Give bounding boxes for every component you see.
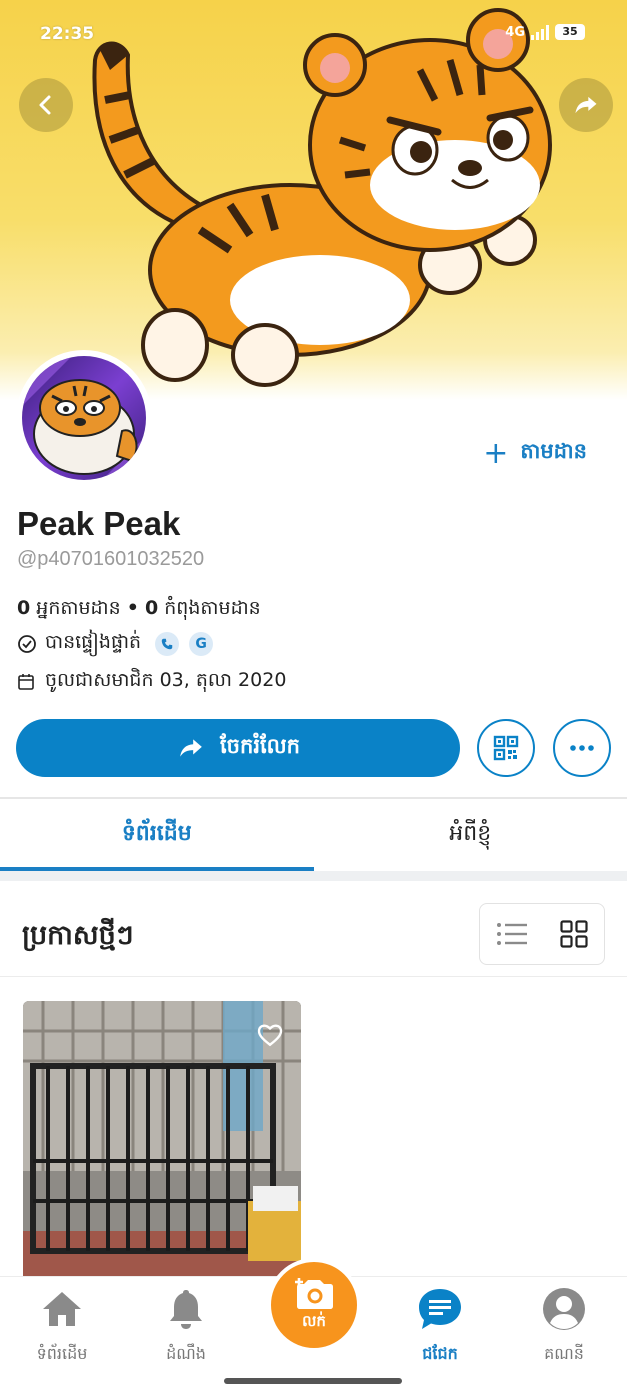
status-time: 22:35 <box>40 24 95 44</box>
account-icon <box>543 1288 585 1330</box>
home-icon <box>43 1292 81 1326</box>
back-button[interactable] <box>19 78 73 132</box>
tab-home[interactable]: ទំព័រដើម <box>0 799 314 871</box>
posts-header: ប្រកាសថ្មីៗ <box>0 881 627 977</box>
check-circle-icon <box>18 635 36 653</box>
sell-button[interactable]: លក់ <box>267 1258 361 1352</box>
verified-row: បានផ្ទៀងផ្ទាត់ G <box>17 630 214 658</box>
nav-chat-label: ជជែក <box>422 1344 458 1363</box>
followers-label[interactable]: អ្នកតាមដាន <box>36 597 120 619</box>
bell-icon <box>170 1290 202 1329</box>
share-icon-button[interactable] <box>559 78 613 132</box>
joined-row: ចូលជាសមាជិក 03, តុលា 2020 <box>17 668 286 696</box>
calendar-icon <box>18 674 34 690</box>
nav-account-label: គណនី <box>544 1344 584 1363</box>
verified-label: បានផ្ទៀងផ្ទាត់ <box>45 631 142 653</box>
sell-label: លក់ <box>302 1312 326 1330</box>
phone-verified-icon <box>155 632 180 656</box>
stats-separator: • <box>126 597 139 619</box>
battery-icon: 35 <box>555 24 585 40</box>
profile-name: Peak Peak <box>17 505 181 542</box>
action-row: ចែករំលែក <box>16 719 612 779</box>
nav-home[interactable]: ទំព័រដើម <box>7 1285 117 1367</box>
follow-button[interactable]: + តាមដាន <box>483 438 587 469</box>
list-view-icon[interactable] <box>496 921 528 947</box>
tab-about[interactable]: អំពីខ្ញុំ <box>314 799 627 871</box>
plus-icon: + <box>483 435 509 471</box>
more-horizontal-icon <box>570 745 594 751</box>
share-button[interactable]: ចែករំលែក <box>16 719 460 777</box>
network-type: 4G <box>505 24 525 40</box>
follow-label: តាមដាន <box>520 439 587 463</box>
profile-tabs: ទំព័រដើម អំពីខ្ញុំ <box>0 799 627 871</box>
share-arrow-icon <box>180 739 202 757</box>
google-verified-icon: G <box>189 632 214 656</box>
joined-label: ចូលជាសមាជិក 03, តុលា 2020 <box>45 669 287 691</box>
status-indicators: 4G 35 <box>505 24 585 40</box>
qr-code-button[interactable] <box>477 719 535 777</box>
post-card[interactable] <box>23 1001 301 1281</box>
nav-account[interactable]: គណនី <box>509 1285 619 1367</box>
following-count: 0 <box>144 597 159 619</box>
grid-view-icon[interactable] <box>560 920 588 948</box>
more-options-button[interactable] <box>553 719 611 777</box>
cover-photo: 22:35 4G 35 <box>0 0 627 400</box>
add-photo-icon <box>295 1278 333 1309</box>
chat-bubble-icon <box>419 1289 461 1329</box>
following-label[interactable]: កំពុងតាមដាន <box>164 597 260 619</box>
signal-icon <box>531 24 549 40</box>
nav-notifications[interactable]: ដំណឹង <box>131 1285 241 1367</box>
tiger-avatar-illustration <box>22 356 146 480</box>
follow-stats: 0 អ្នកតាមដាន • 0 កំពុងតាមដាន <box>17 596 261 624</box>
divider <box>0 871 627 881</box>
nav-home-label: ទំព័រដើម <box>36 1344 88 1363</box>
home-indicator[interactable] <box>224 1378 402 1384</box>
nav-notifications-label: ដំណឹង <box>166 1344 206 1363</box>
followers-count: 0 <box>17 597 31 619</box>
view-toggle <box>479 903 605 965</box>
chevron-left-icon <box>39 95 51 115</box>
status-bar: 22:35 4G 35 <box>0 0 627 70</box>
profile-handle: @p40701601032520 <box>17 548 205 570</box>
avatar[interactable] <box>16 350 152 486</box>
avatar-image <box>22 356 146 480</box>
heart-icon[interactable] <box>257 1023 283 1047</box>
posts-title: ប្រកាសថ្មីៗ <box>22 920 134 951</box>
qr-code-icon <box>493 735 519 761</box>
share-arrow-icon <box>575 96 597 114</box>
nav-chat[interactable]: ជជែក <box>385 1285 495 1367</box>
share-label: ចែករំលែក <box>220 733 300 758</box>
